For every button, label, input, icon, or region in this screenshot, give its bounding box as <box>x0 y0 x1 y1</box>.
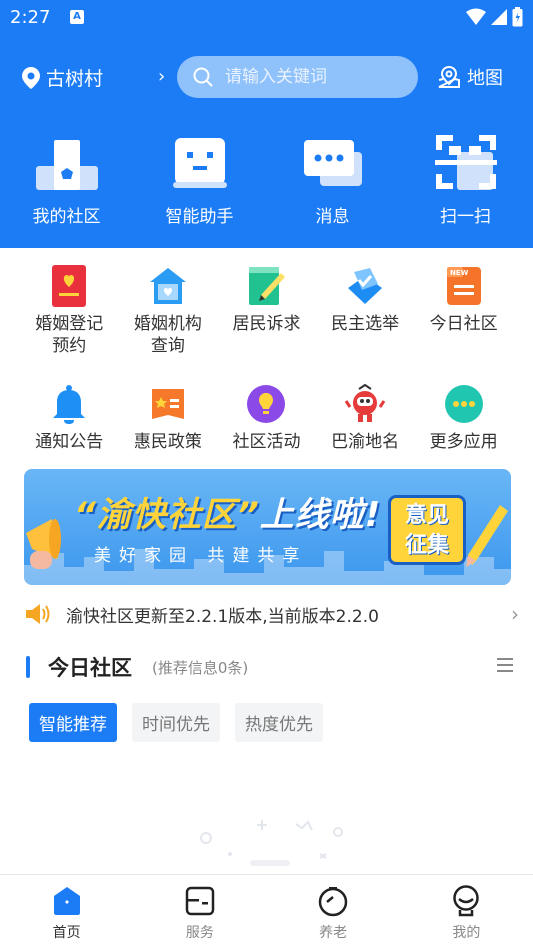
quick-label-my-community: 我的社区 <box>32 207 101 227</box>
service-label: 惠民政策 <box>133 432 202 452</box>
more-apps-icon <box>444 385 483 423</box>
service-label: 婚姻机构 查询 <box>133 314 202 356</box>
list-menu-icon[interactable] <box>496 656 514 674</box>
map-icon <box>438 65 460 88</box>
banner-title: “渝快社区”上线啦! <box>74 487 381 536</box>
service-marriage-agency[interactable]: 婚姻机构 查询 <box>119 265 218 383</box>
map-button[interactable]: 地图 <box>437 64 503 90</box>
quick-assistant[interactable]: 智能助手 <box>133 130 266 227</box>
scan-icon <box>434 135 497 190</box>
nav-label-services: 服务 <box>185 925 214 941</box>
status-time: 2:27 <box>10 7 51 28</box>
header: 2:27 A 古树村 › 地图 我的社区 <box>0 0 533 248</box>
banner-title-highlight: “渝快社区” <box>74 495 260 535</box>
service-label: 社区活动 <box>232 432 301 452</box>
section-accent-bar <box>26 656 30 678</box>
pencil-icon <box>466 505 508 567</box>
marriage-agency-icon <box>149 268 186 304</box>
feedback-badge[interactable]: 意见 征集 <box>388 495 466 565</box>
marriage-registration-icon <box>52 265 87 307</box>
service-resident-appeal[interactable]: 居民诉求 <box>217 265 316 383</box>
section-subtitle: (推荐信息0条) <box>152 659 249 677</box>
banner-title-rest: 上线啦! <box>259 495 382 535</box>
service-label: 婚姻登记 预约 <box>35 314 104 356</box>
svg-text:NEW: NEW <box>450 269 469 277</box>
bell-icon <box>53 385 86 424</box>
search-input[interactable] <box>225 67 395 87</box>
status-icons <box>466 7 523 27</box>
quick-label-assistant: 智能助手 <box>165 207 234 227</box>
banner-subtitle: 美好家园 共建共享 <box>94 546 308 566</box>
nav-label-profile: 我的 <box>452 925 481 941</box>
quick-my-community[interactable]: 我的社区 <box>0 130 133 227</box>
service-row: 婚姻登记 预约 婚姻机构 查询 居民诉求 民主选举 NEW 今日社区 <box>20 265 513 383</box>
sort-tabs: 智能推荐 时间优先 热度优先 <box>29 703 323 742</box>
nav-services[interactable]: 服务 <box>133 875 266 949</box>
notice-text: 渝快社区更新至2.2.1版本,当前版本2.2.0 <box>66 606 379 627</box>
service-grid: 婚姻登记 预约 婚姻机构 查询 居民诉求 民主选举 NEW 今日社区 通知公告 … <box>20 265 513 501</box>
tab-popularity-priority[interactable]: 热度优先 <box>235 703 323 742</box>
megaphone-icon <box>26 519 61 569</box>
nav-label-elderly-care: 养老 <box>319 925 348 941</box>
nav-elderly-care[interactable]: 养老 <box>267 875 400 949</box>
mascot-icon <box>344 383 386 422</box>
home-icon <box>53 887 80 915</box>
search-bar[interactable] <box>177 56 418 98</box>
quick-actions: 我的社区 智能助手 消息 扫一扫 <box>0 130 533 227</box>
tab-smart-recommend[interactable]: 智能推荐 <box>29 703 117 742</box>
service-label: 巴渝地名 <box>331 432 400 452</box>
message-icon <box>303 140 362 186</box>
service-today-community[interactable]: NEW 今日社区 <box>414 265 513 383</box>
location-name: 古树村 <box>46 68 104 90</box>
chevron-right-icon: › <box>511 602 519 626</box>
nav-home[interactable]: 首页 <box>0 875 133 949</box>
today-community-section: 今日社区 (推荐信息0条) <box>24 652 514 684</box>
search-icon <box>193 67 213 87</box>
battery-icon <box>512 7 523 27</box>
quick-scan[interactable]: 扫一扫 <box>399 130 532 227</box>
tab-time-priority[interactable]: 时间优先 <box>132 703 220 742</box>
profile-icon <box>453 885 480 917</box>
elderly-care-icon <box>318 887 348 917</box>
election-icon <box>348 268 383 304</box>
promo-banner[interactable]: “渝快社区”上线啦! 美好家园 共建共享 意见 征集 <box>24 469 511 585</box>
app-page: 2:27 A 古树村 › 地图 我的社区 <box>0 0 533 949</box>
service-election[interactable]: 民主选举 <box>316 265 415 383</box>
signal-icon <box>491 9 507 25</box>
nav-label-home: 首页 <box>52 925 81 941</box>
quick-label-scan: 扫一扫 <box>440 207 491 227</box>
today-community-icon: NEW <box>446 267 481 305</box>
quick-label-messages: 消息 <box>315 207 350 227</box>
section-title: 今日社区 <box>48 656 132 680</box>
speaker-icon <box>26 604 50 624</box>
bottom-navigation: 首页 服务 养老 我的 <box>0 874 533 949</box>
policy-icon <box>151 389 184 419</box>
notification-icon: A <box>70 10 84 24</box>
chevron-right-icon[interactable]: › <box>158 66 165 87</box>
robot-icon <box>172 138 227 188</box>
activity-icon <box>247 385 286 423</box>
update-notice[interactable]: 渝快社区更新至2.2.1版本,当前版本2.2.0 › <box>24 600 519 628</box>
service-label: 民主选举 <box>331 314 400 334</box>
service-marriage-registration[interactable]: 婚姻登记 预约 <box>20 265 119 383</box>
service-label: 居民诉求 <box>232 314 301 334</box>
service-label: 通知公告 <box>35 432 104 452</box>
location-pin-icon <box>22 66 40 89</box>
service-label: 更多应用 <box>429 432 498 452</box>
wifi-icon <box>466 8 486 25</box>
map-label: 地图 <box>467 68 503 89</box>
empty-state-illustration <box>200 820 343 866</box>
location-selector[interactable]: 古树村 <box>22 64 103 91</box>
service-label: 今日社区 <box>429 314 498 334</box>
quick-messages[interactable]: 消息 <box>266 130 399 227</box>
status-bar: 2:27 A <box>0 0 533 36</box>
community-icon <box>35 140 98 190</box>
resident-appeal-icon <box>249 267 286 305</box>
service-icon <box>185 886 215 916</box>
nav-profile[interactable]: 我的 <box>400 875 533 949</box>
